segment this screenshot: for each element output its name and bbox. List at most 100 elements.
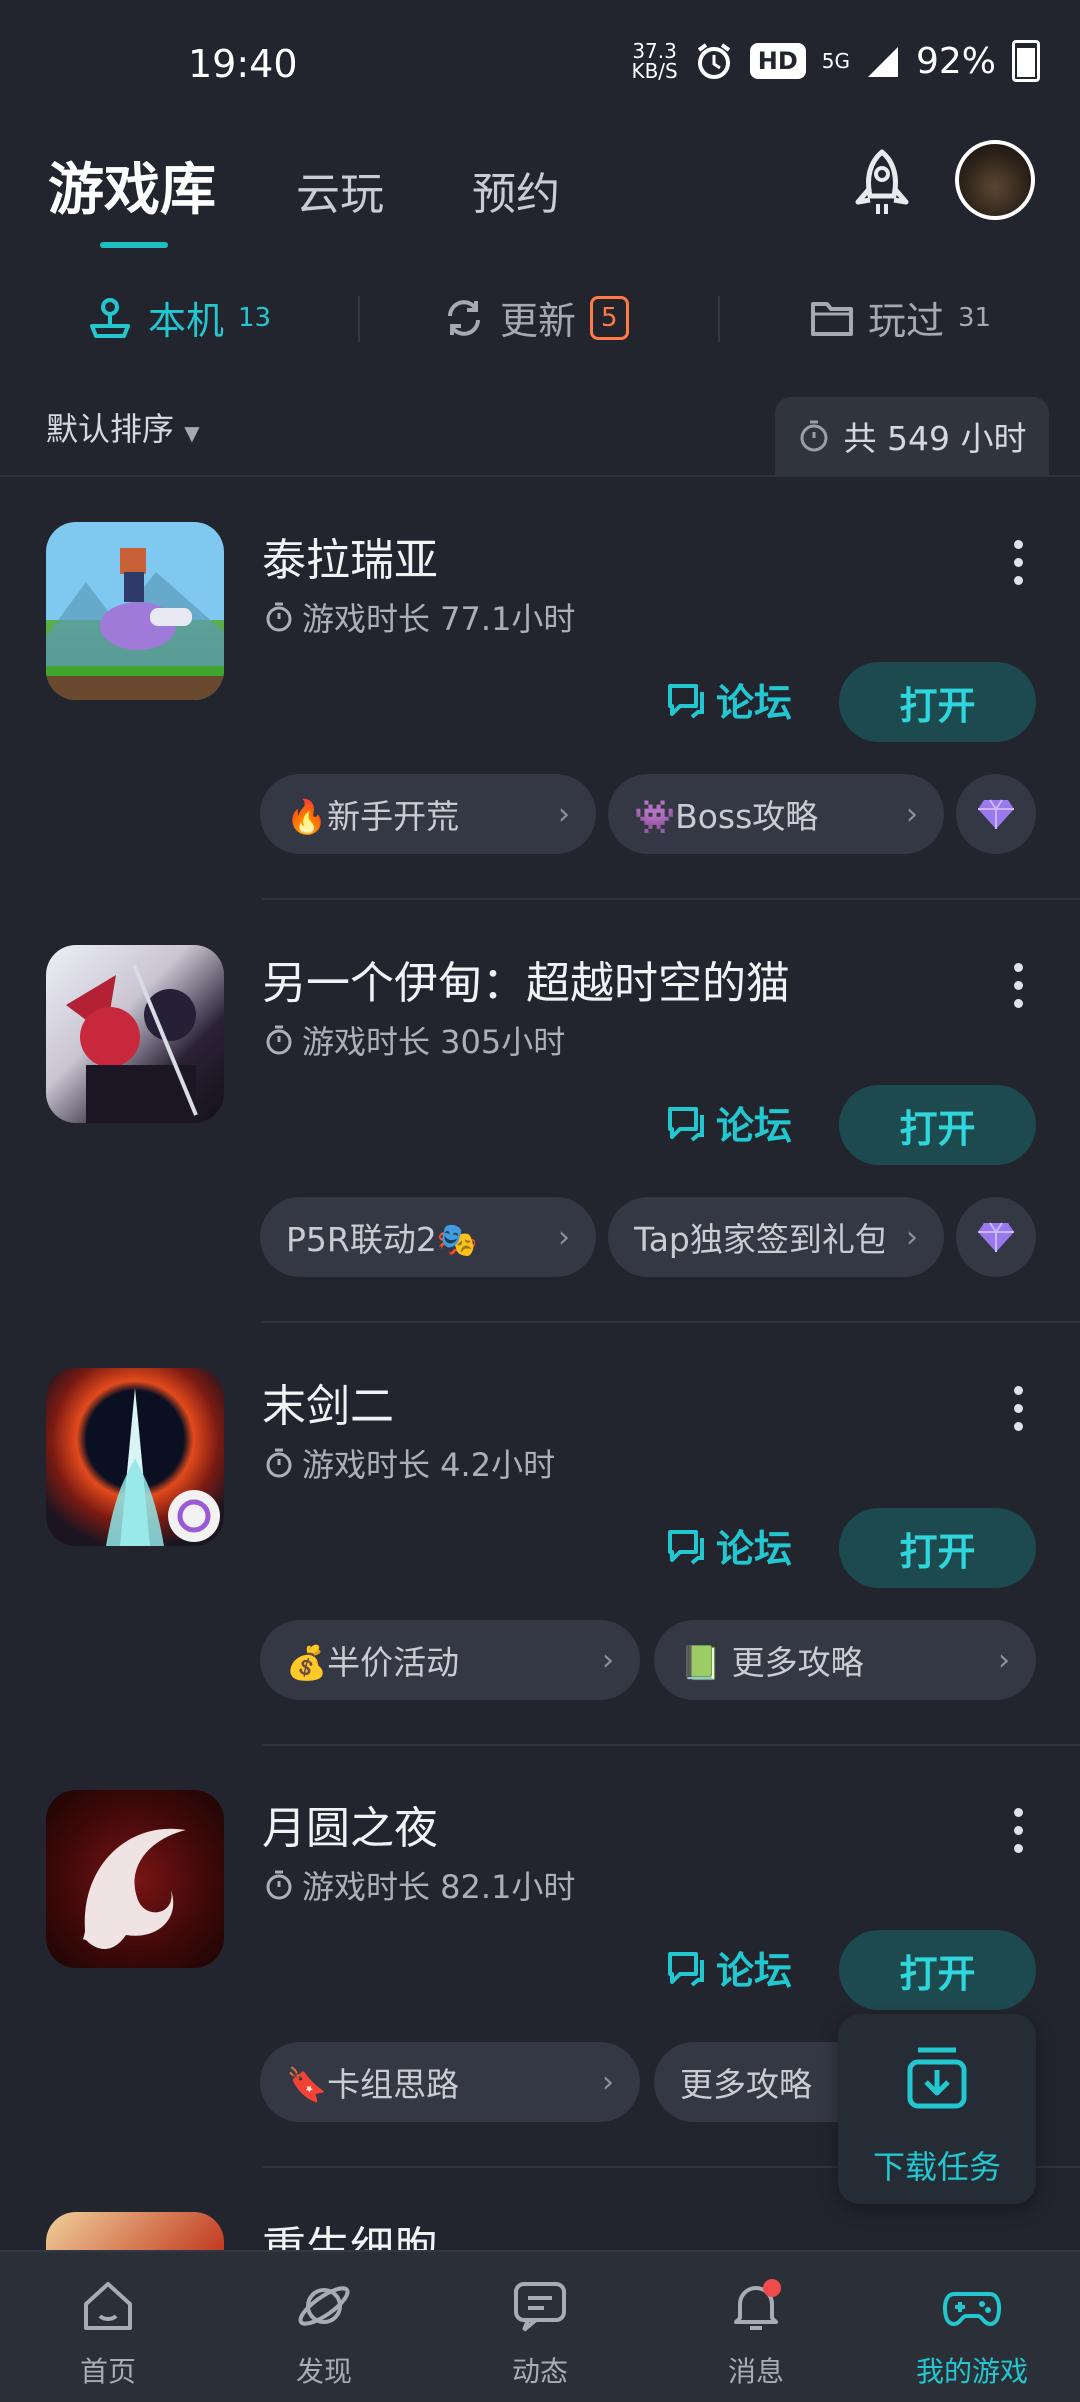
game-playtime: 游戏时长 77.1小时	[264, 594, 575, 640]
home-icon	[84, 2282, 132, 2330]
chevron-right-icon: ›	[558, 1219, 570, 1255]
game-playtime: 游戏时长 82.1小时	[264, 1862, 575, 1908]
subtab-divider	[718, 296, 720, 342]
subtab-played-label: 玩过	[868, 299, 945, 343]
signal-label: 5G	[821, 49, 850, 73]
chevron-right-icon: ›	[558, 796, 570, 832]
game-icon-moon-night[interactable]	[46, 1790, 224, 1968]
chevron-right-icon: ›	[602, 2064, 614, 2100]
subtab-update-label: 更新	[500, 299, 577, 343]
message-square-icon	[514, 2282, 566, 2332]
caret-down-icon: ▼	[184, 421, 200, 445]
stopwatch-icon	[266, 602, 292, 632]
chip-gift[interactable]: Tap独家签到礼包 ›	[608, 1197, 944, 1277]
game-title[interactable]: 泰拉瑞亚	[262, 524, 438, 588]
battery-icon	[1012, 40, 1040, 82]
more-options-icon[interactable]	[1014, 963, 1024, 1017]
subtab-played-count: 31	[958, 302, 992, 333]
stopwatch-icon	[800, 420, 828, 452]
game-card: 另一个伊甸：超越时空的猫 游戏时长 305小时 论坛 打开 P5R联动2🎭 › T…	[0, 945, 1080, 1369]
more-options-icon[interactable]	[1014, 1386, 1024, 1440]
nav-feed[interactable]: 动态	[432, 2252, 648, 2402]
chip-event[interactable]: 💰半价活动 ›	[260, 1620, 640, 1700]
chevron-right-icon: ›	[906, 1219, 918, 1255]
open-game-button[interactable]: 打开	[839, 1930, 1036, 2010]
sort-dropdown[interactable]: 默认排序 ▼	[46, 404, 200, 450]
gem-icon[interactable]	[956, 774, 1036, 854]
total-hours: 共 549 小时	[775, 397, 1049, 475]
more-options-icon[interactable]	[1014, 1808, 1024, 1862]
download-task-label: 下载任务	[872, 2148, 1001, 2186]
bottom-nav: 首页 发现 动态 消息 我的游戏	[0, 2250, 1080, 2402]
game-title[interactable]: 末剑二	[262, 1370, 394, 1434]
chip-event[interactable]: P5R联动2🎭 ›	[260, 1197, 596, 1277]
chip-guide[interactable]: 📗 更多攻略 ›	[654, 1620, 1036, 1700]
chat-icon	[668, 683, 704, 719]
subtab-local[interactable]: 本机 13	[86, 290, 271, 345]
nav-messages[interactable]: 消息	[648, 2252, 864, 2402]
tab-cloud-play[interactable]: 云玩	[296, 158, 384, 222]
signal-icon	[867, 47, 898, 77]
chat-icon	[668, 1529, 704, 1565]
open-game-button[interactable]: 打开	[839, 662, 1036, 742]
subtab-local-count: 13	[238, 302, 272, 333]
game-icon-mojian2[interactable]	[46, 1368, 224, 1546]
refresh-icon	[448, 299, 480, 336]
nav-my-games[interactable]: 我的游戏	[864, 2252, 1080, 2402]
forum-button[interactable]: 论坛	[666, 1518, 792, 1573]
stopwatch-icon	[266, 1025, 292, 1055]
game-title[interactable]: 另一个伊甸：超越时空的猫	[262, 947, 790, 1011]
game-icon-dead-cells[interactable]	[46, 2212, 224, 2250]
download-icon	[907, 2047, 967, 2109]
sort-label: 默认排序	[46, 410, 175, 448]
game-card: 泰拉瑞亚 游戏时长 77.1小时 论坛 打开 🔥新手开荒 › 👾Boss攻略 ›	[0, 522, 1080, 946]
open-game-button[interactable]: 打开	[839, 1508, 1036, 1588]
tab-reservation[interactable]: 预约	[472, 158, 560, 222]
gem-icon[interactable]	[956, 1197, 1036, 1277]
chip-guide[interactable]: 🔖卡组思路 ›	[260, 2042, 640, 2122]
chevron-right-icon: ›	[906, 796, 918, 832]
planet-icon	[298, 2286, 350, 2326]
chevron-right-icon: ›	[998, 1642, 1010, 1678]
game-title[interactable]: 月圆之夜	[262, 1792, 438, 1856]
game-playtime: 游戏时长 4.2小时	[264, 1440, 555, 1486]
net-speed: 37.3 KB/S	[631, 39, 678, 83]
more-options-icon[interactable]	[1014, 540, 1024, 594]
status-bar: 19:40 37.3 KB/S HD 5G 92%	[0, 0, 1080, 135]
game-title[interactable]: 重生细胞	[262, 2212, 438, 2250]
forum-button[interactable]: 论坛	[666, 1940, 792, 1995]
bell-icon	[734, 2279, 781, 2330]
download-task-button[interactable]: 下载任务	[838, 2014, 1036, 2204]
chip-guide[interactable]: 👾Boss攻略 ›	[608, 774, 944, 854]
chevron-right-icon: ›	[602, 1642, 614, 1678]
battery-percent: 92%	[915, 40, 996, 82]
game-icon-terraria[interactable]	[46, 522, 224, 700]
nav-discover[interactable]: 发现	[216, 2252, 432, 2402]
total-hours-text: 共 549 小时	[843, 419, 1027, 458]
chip-guide[interactable]: 🔥新手开荒 ›	[260, 774, 596, 854]
subtab-divider	[358, 296, 360, 342]
open-game-button[interactable]: 打开	[839, 1085, 1036, 1165]
subtab-local-label: 本机	[148, 299, 225, 343]
divider	[262, 1321, 1080, 1323]
status-icons: 37.3 KB/S HD 5G 92%	[631, 40, 1040, 82]
chat-icon	[668, 1951, 704, 1987]
tab-game-library[interactable]: 游戏库	[48, 145, 216, 226]
forum-button[interactable]: 论坛	[666, 672, 792, 727]
active-tab-indicator	[100, 242, 168, 248]
nav-home[interactable]: 首页	[0, 2252, 216, 2402]
stopwatch-icon	[266, 1870, 292, 1900]
divider	[262, 1744, 1080, 1746]
hd-badge: HD	[749, 43, 806, 79]
game-icon-another-eden[interactable]	[46, 945, 224, 1123]
subtab-played[interactable]: 玩过 31	[810, 290, 991, 345]
update-count-badge: 5	[590, 295, 629, 340]
user-avatar[interactable]	[955, 140, 1035, 220]
stopwatch-icon	[266, 1448, 292, 1478]
forum-button[interactable]: 论坛	[666, 1095, 792, 1150]
gamepad-icon	[943, 2292, 1001, 2326]
alarm-icon	[697, 43, 730, 79]
joystick-icon	[90, 297, 130, 338]
rocket-icon[interactable]	[848, 148, 916, 220]
subtab-update[interactable]: 更新 5	[442, 290, 629, 345]
